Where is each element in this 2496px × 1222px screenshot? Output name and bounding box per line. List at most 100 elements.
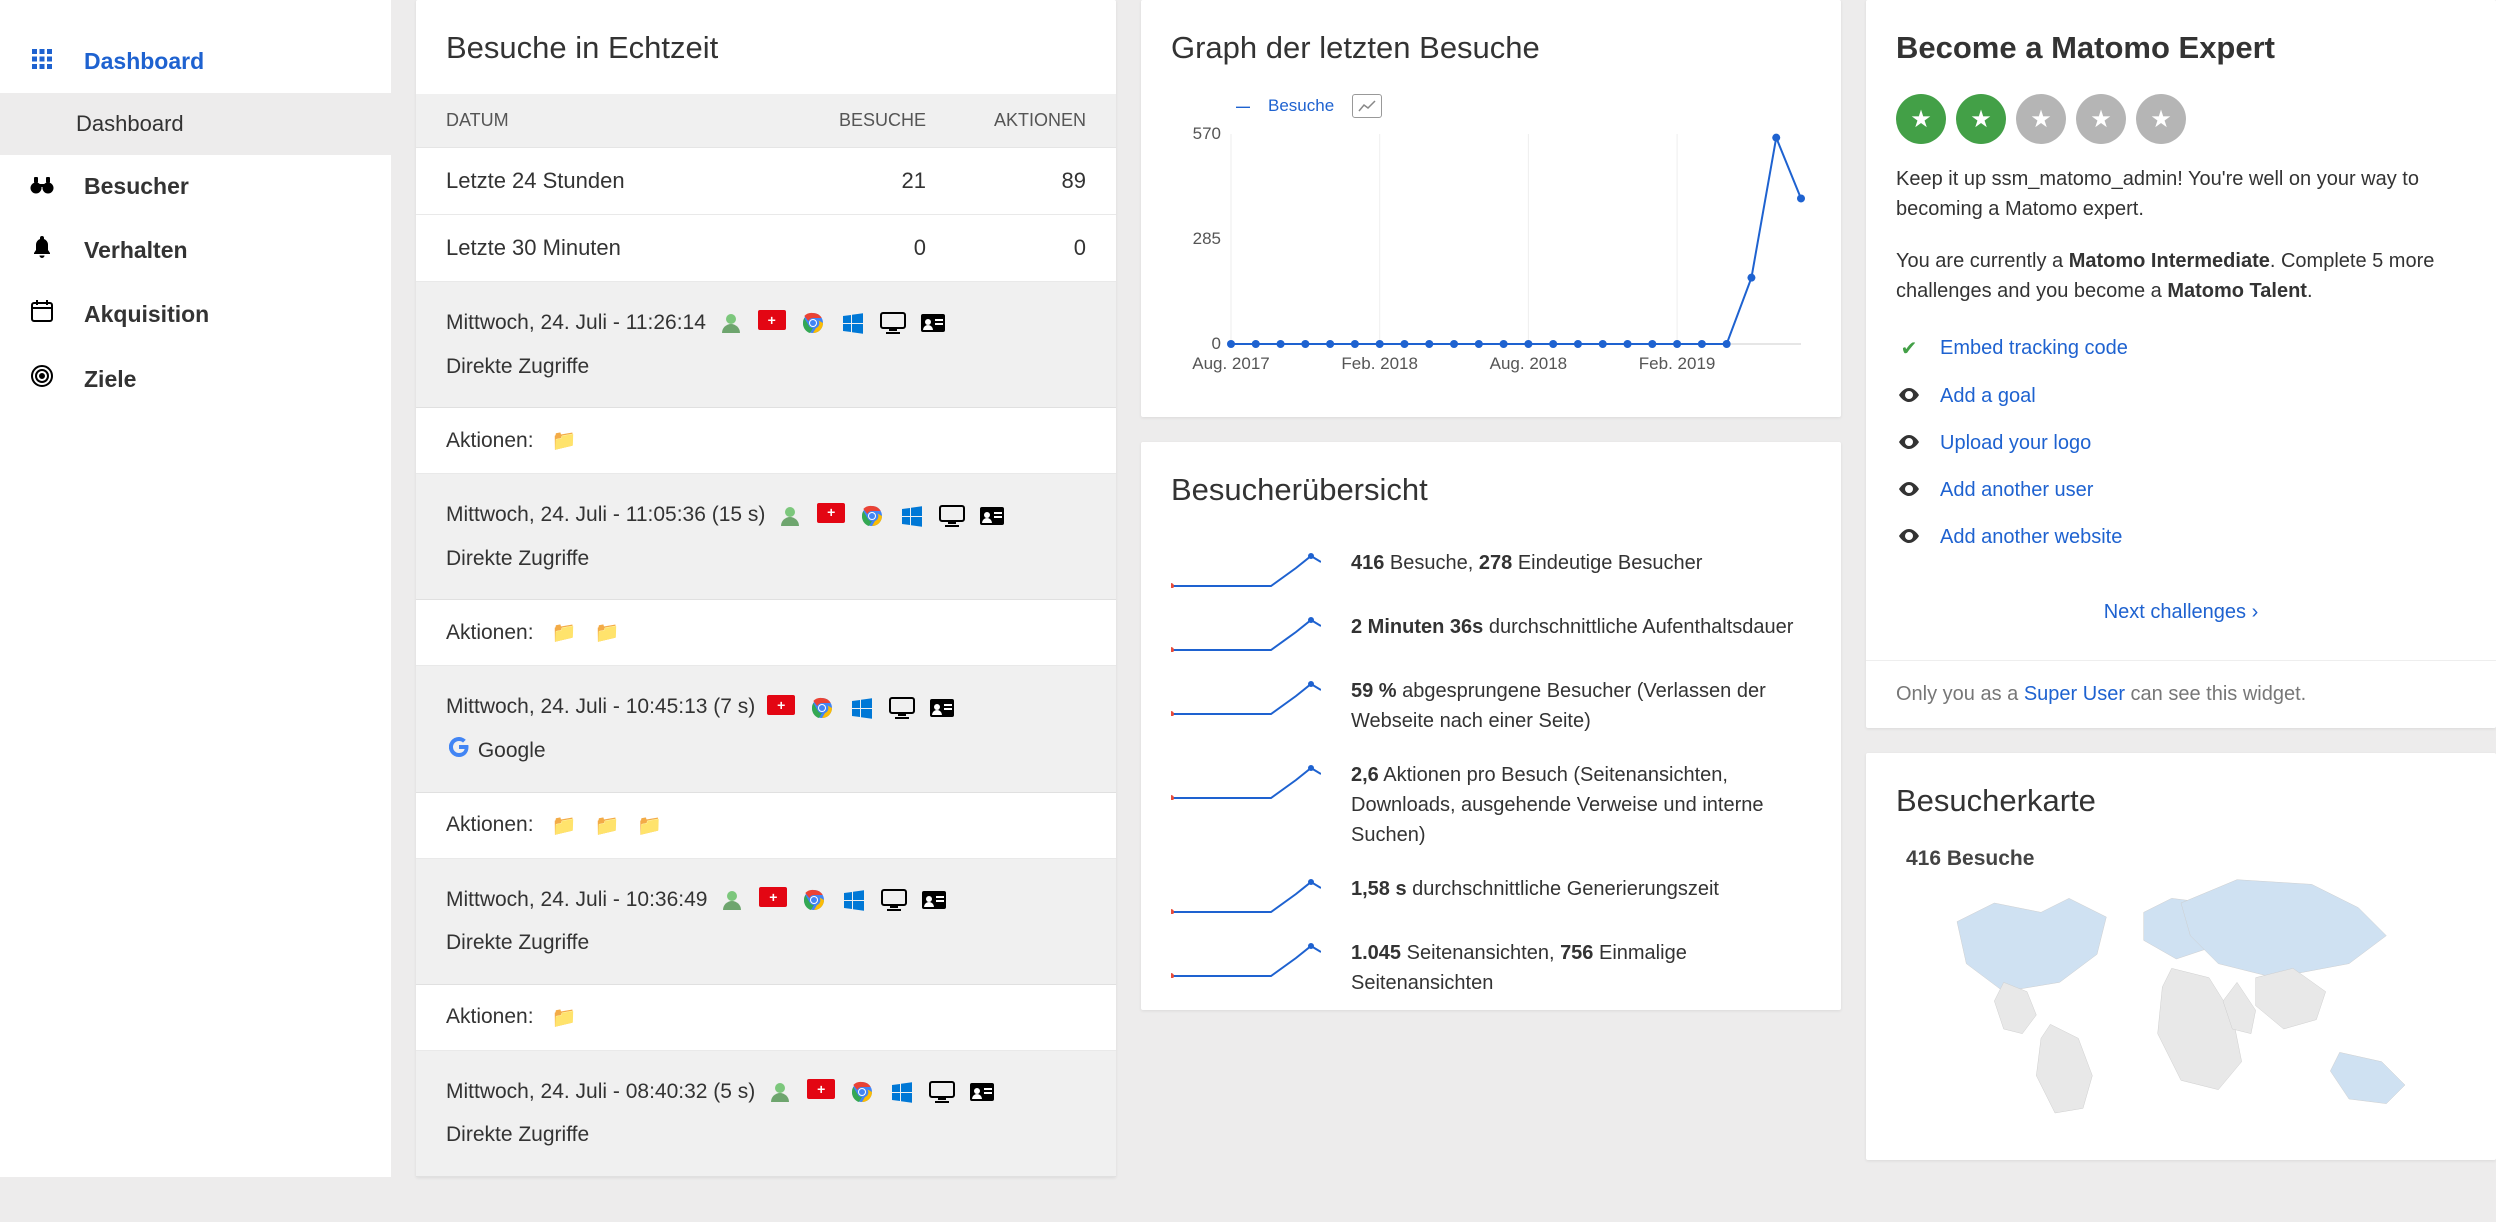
- desktop-icon: [939, 503, 965, 529]
- folder-icon[interactable]: 📁: [552, 1005, 577, 1030]
- folder-icon[interactable]: 📁: [594, 813, 619, 838]
- desktop-icon: [880, 310, 906, 336]
- actions-label: Aktionen:: [446, 1005, 534, 1029]
- folder-icon[interactable]: 📁: [637, 813, 662, 838]
- superuser-note: Only you as a Super User can see this wi…: [1866, 661, 2496, 728]
- world-map[interactable]: [1896, 847, 2466, 1127]
- visit-time: Mittwoch, 24. Juli - 10:45:13 (7 s): [446, 695, 755, 718]
- nav-label: Verhalten: [84, 237, 188, 264]
- sidebar: Dashboard Dashboard Besucher Verhalten A…: [0, 0, 391, 1177]
- eye-icon: [1896, 526, 1922, 549]
- challenge-item[interactable]: Add another website: [1866, 518, 2496, 565]
- summary-visits: 0: [776, 235, 926, 261]
- chart-type-icon[interactable]: [1352, 94, 1382, 118]
- challenge-item[interactable]: Add another user: [1866, 471, 2496, 518]
- superuser-link[interactable]: Super User: [2024, 683, 2125, 705]
- next-challenges-link[interactable]: Next challenges ›: [1866, 565, 2496, 661]
- challenge-link[interactable]: Upload your logo: [1940, 432, 2091, 455]
- challenge-link[interactable]: Embed tracking code: [1940, 337, 2128, 360]
- flag-ch-icon: +: [817, 503, 845, 523]
- svg-text:0: 0: [1212, 334, 1221, 353]
- visit-entry[interactable]: Mittwoch, 24. Juli - 10:45:13 (7 s) + Go…: [416, 666, 1116, 792]
- windows-icon: [840, 310, 866, 336]
- folder-icon[interactable]: 📁: [552, 813, 577, 838]
- chrome-icon: [801, 887, 827, 913]
- visit-actions: Aktionen:📁📁📁: [416, 793, 1116, 859]
- sparkline: [1171, 612, 1321, 652]
- id-card-icon: [969, 1079, 995, 1105]
- col-date: DATUM: [446, 110, 776, 131]
- challenge-link[interactable]: Add another website: [1940, 526, 2122, 549]
- nav-label: Ziele: [84, 366, 136, 393]
- eye-icon: [1896, 385, 1922, 408]
- overview-text: 2,6 Aktionen pro Besuch (Seitenansichten…: [1351, 760, 1811, 850]
- binoculars-icon: [28, 174, 56, 200]
- visits-chart[interactable]: 0285570Aug. 2017Feb. 2018Aug. 2018Feb. 2…: [1171, 124, 1811, 384]
- realtime-header: DATUM BESUCHE AKTIONEN: [416, 94, 1116, 148]
- nav-acquisition[interactable]: Akquisition: [0, 282, 391, 346]
- id-card-icon: [921, 887, 947, 913]
- user-icon: [777, 503, 803, 529]
- nav-dashboard-sub[interactable]: Dashboard: [0, 93, 391, 155]
- bell-icon: [28, 236, 56, 264]
- windows-icon: [849, 695, 875, 721]
- map-visits-label: 416 Besuche: [1906, 847, 2034, 871]
- actions-label: Aktionen:: [446, 429, 534, 453]
- visit-entry[interactable]: Mittwoch, 24. Juli - 10:36:49 + Direkte …: [416, 859, 1116, 985]
- summary-label: Letzte 30 Minuten: [446, 235, 776, 261]
- flag-ch-icon: +: [759, 887, 787, 907]
- folder-icon[interactable]: 📁: [594, 620, 619, 645]
- challenge-item[interactable]: Add a goal: [1866, 377, 2496, 424]
- visit-time: Mittwoch, 24. Juli - 11:05:36 (15 s): [446, 503, 765, 526]
- realtime-title: Besuche in Echtzeit: [416, 0, 1116, 94]
- nav-label: Akquisition: [84, 301, 209, 328]
- star-icon: ★: [2076, 94, 2126, 144]
- nav-dashboard[interactable]: Dashboard: [0, 30, 391, 93]
- nav-visitors[interactable]: Besucher: [0, 155, 391, 218]
- star-icon: ★: [1956, 94, 2006, 144]
- challenge-link[interactable]: Add another user: [1940, 479, 2093, 502]
- graph-legend: — Besuche: [1236, 94, 1811, 118]
- folder-icon[interactable]: 📁: [552, 620, 577, 645]
- folder-icon[interactable]: 📁: [552, 428, 577, 453]
- star-icon: ★: [1896, 94, 1946, 144]
- svg-text:Aug. 2018: Aug. 2018: [1490, 354, 1568, 373]
- challenge-item[interactable]: Upload your logo: [1866, 424, 2496, 471]
- expert-progress: You are currently a Matomo Intermediate.…: [1866, 246, 2496, 328]
- star-icon: ★: [2136, 94, 2186, 144]
- overview-text: 2 Minuten 36s durchschnittliche Aufentha…: [1351, 612, 1811, 652]
- sparkline: [1171, 760, 1321, 800]
- overview-text: 59 % abgesprungene Besucher (Verlassen d…: [1351, 676, 1811, 736]
- challenge-link[interactable]: Add a goal: [1940, 385, 2036, 408]
- calendar-icon: [28, 300, 56, 328]
- overview-row: 2,6 Aktionen pro Besuch (Seitenansichten…: [1141, 748, 1841, 862]
- visit-referrer: Direkte Zugriffe: [446, 1118, 1086, 1152]
- star-icon: ★: [2016, 94, 2066, 144]
- chrome-icon: [859, 503, 885, 529]
- expert-title: Become a Matomo Expert: [1866, 0, 2496, 94]
- nav-behaviour[interactable]: Verhalten: [0, 218, 391, 282]
- overview-row: 59 % abgesprungene Besucher (Verlassen d…: [1141, 664, 1841, 748]
- nav-goals[interactable]: Ziele: [0, 346, 391, 412]
- overview-card: Besucherübersicht 416 Besuche, 278 Einde…: [1141, 442, 1841, 1010]
- visit-actions: Aktionen: 📁: [416, 985, 1116, 1051]
- sparkline: [1171, 874, 1321, 914]
- summary-label: Letzte 24 Stunden: [446, 168, 776, 194]
- graph-title: Graph der letzten Besuche: [1141, 0, 1841, 94]
- flag-ch-icon: +: [767, 695, 795, 715]
- visit-entry[interactable]: Mittwoch, 24. Juli - 11:26:14 + Direkte …: [416, 282, 1116, 408]
- col-visits: BESUCHE: [776, 110, 926, 131]
- check-icon: ✔: [1896, 336, 1922, 361]
- actions-label: Aktionen:: [446, 621, 534, 645]
- user-icon: [767, 1079, 793, 1105]
- desktop-icon: [881, 887, 907, 913]
- visit-entry[interactable]: Mittwoch, 24. Juli - 11:05:36 (15 s) + D…: [416, 474, 1116, 600]
- svg-text:285: 285: [1193, 229, 1221, 248]
- sparkline: [1171, 548, 1321, 588]
- realtime-card: Besuche in Echtzeit DATUM BESUCHE AKTION…: [416, 0, 1116, 1177]
- challenge-item[interactable]: ✔ Embed tracking code: [1866, 328, 2496, 377]
- map-title: Besucherkarte: [1866, 753, 2496, 847]
- summary-row: Letzte 24 Stunden 21 89: [416, 148, 1116, 215]
- summary-visits: 21: [776, 168, 926, 194]
- visit-entry[interactable]: Mittwoch, 24. Juli - 08:40:32 (5 s) + Di…: [416, 1051, 1116, 1177]
